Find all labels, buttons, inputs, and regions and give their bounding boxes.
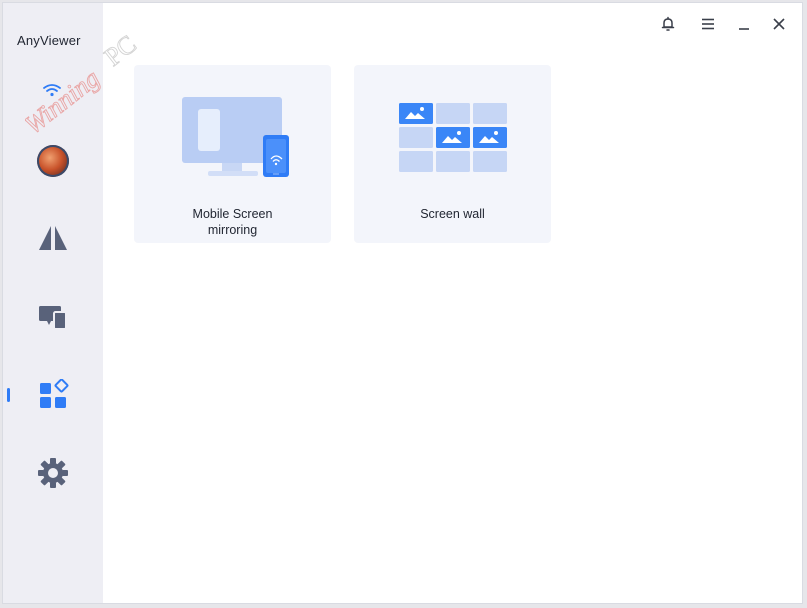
devices-icon[interactable] [37,301,69,333]
bell-icon[interactable] [659,15,677,33]
screen-wall-label: Screen wall [420,207,485,221]
screen-wall-card[interactable]: Screen wall [354,65,551,243]
tools-icon[interactable] [37,379,69,411]
active-indicator [7,388,10,402]
close-icon[interactable] [770,15,788,33]
screen-wall-illustration [399,103,507,172]
watermark-text-1: Winning [25,64,105,140]
app-title: AnyViewer [17,33,81,48]
mobile-screen-mirroring-label-line2: mirroring [207,223,258,237]
wifi-icon [43,84,61,97]
menu-icon[interactable] [699,15,717,33]
gear-icon[interactable] [37,457,69,489]
monitor-phone-illustration [182,97,289,177]
app-window: AnyViewer Winning PC Mobile Screen mirro… [2,2,803,604]
mobile-screen-mirroring-label-line1: Mobile Screen [192,207,273,221]
minimize-icon[interactable] [735,15,753,33]
remote-control-icon[interactable] [37,222,69,254]
sidebar: AnyViewer Winning PC [3,3,142,603]
mobile-screen-mirroring-card[interactable]: Mobile Screen mirroring [134,65,331,243]
mobile-screen-mirroring-label: Mobile Screen mirroring [134,206,331,238]
avatar[interactable] [37,145,69,177]
